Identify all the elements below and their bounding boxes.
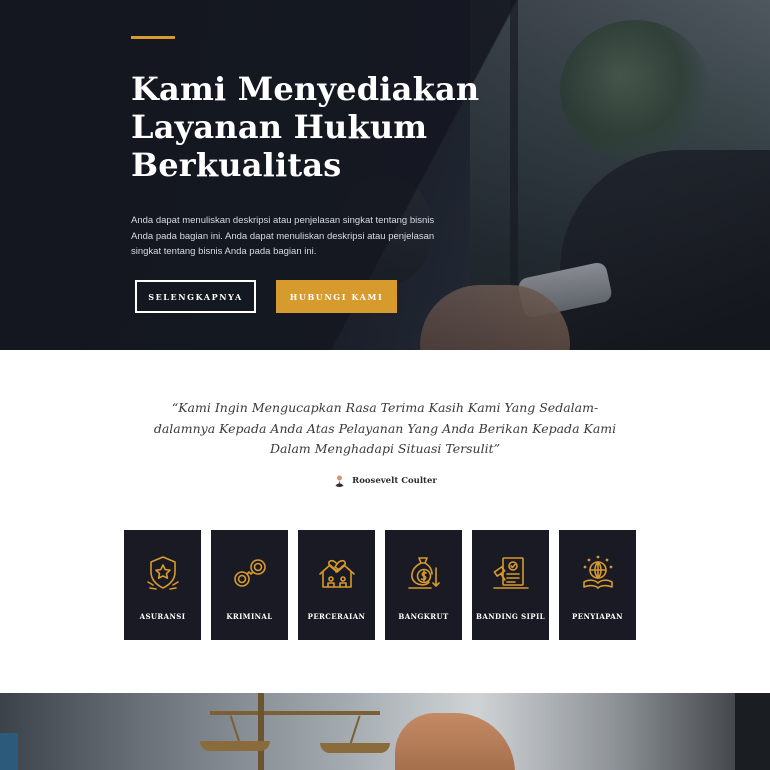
service-card-perceraian[interactable]: PERCERAIAN [298,530,375,640]
service-label: BANDING SIPIL [476,612,545,621]
hero-section: Kami Menyediakan Layanan Hukum Berkualit… [0,0,770,350]
more-button[interactable]: SELENGKAPNYA [135,280,256,313]
service-label: KRIMINAL [226,612,273,621]
bottom-image-edge [0,733,18,770]
testimonial-section: “Kami Ingin Mengucapkan Rasa Terima Kasi… [0,350,770,695]
hero-title: Kami Menyediakan Layanan Hukum Berkualit… [131,70,480,184]
author-name: Roosevelt Coulter [352,475,437,486]
scale-pan [320,743,390,753]
service-card-kriminal[interactable]: KRIMINAL [211,530,288,640]
service-card-banding-sipil[interactable]: BANDING SIPIL [472,530,549,640]
author-avatar [333,474,347,487]
handcuffs-icon [233,559,266,587]
contact-button[interactable]: HUBUNGI KAMI [276,280,397,313]
scale-chain [349,715,361,745]
bottom-image-section [0,693,770,770]
document-hammer-icon [492,557,529,589]
service-label: PENYIAPAN [572,612,623,621]
scale-chain [229,715,241,743]
service-card-bangkrut[interactable]: BANGKRUT [385,530,462,640]
service-card-penyiapan[interactable]: PENYIAPAN [559,530,636,640]
scale-pan [200,741,270,751]
service-label: BANGKRUT [398,612,449,621]
scale-pole [258,693,264,770]
bottom-image-hand [395,713,515,770]
scale-beam [210,711,380,715]
services-grid: ASURANSI KRIMINAL PERCERAIAN BANGKRUT BA… [124,530,636,640]
service-label: PERCERAIAN [307,612,366,621]
testimonial-quote: “Kami Ingin Mengucapkan Rasa Terima Kasi… [153,400,617,456]
shield-star-icon [146,556,179,590]
hero-description: Anda dapat menuliskan deskripsi atau pen… [131,215,435,257]
broken-home-heart-icon [318,559,355,588]
testimonial-author: Roosevelt Coulter [0,474,770,487]
globe-book-icon [582,555,613,589]
service-label: ASURANSI [139,612,186,621]
bottom-image-figure [735,693,770,770]
hero-accent-line [131,36,175,39]
service-card-asuransi[interactable]: ASURANSI [124,530,201,640]
money-down-icon [407,557,440,589]
